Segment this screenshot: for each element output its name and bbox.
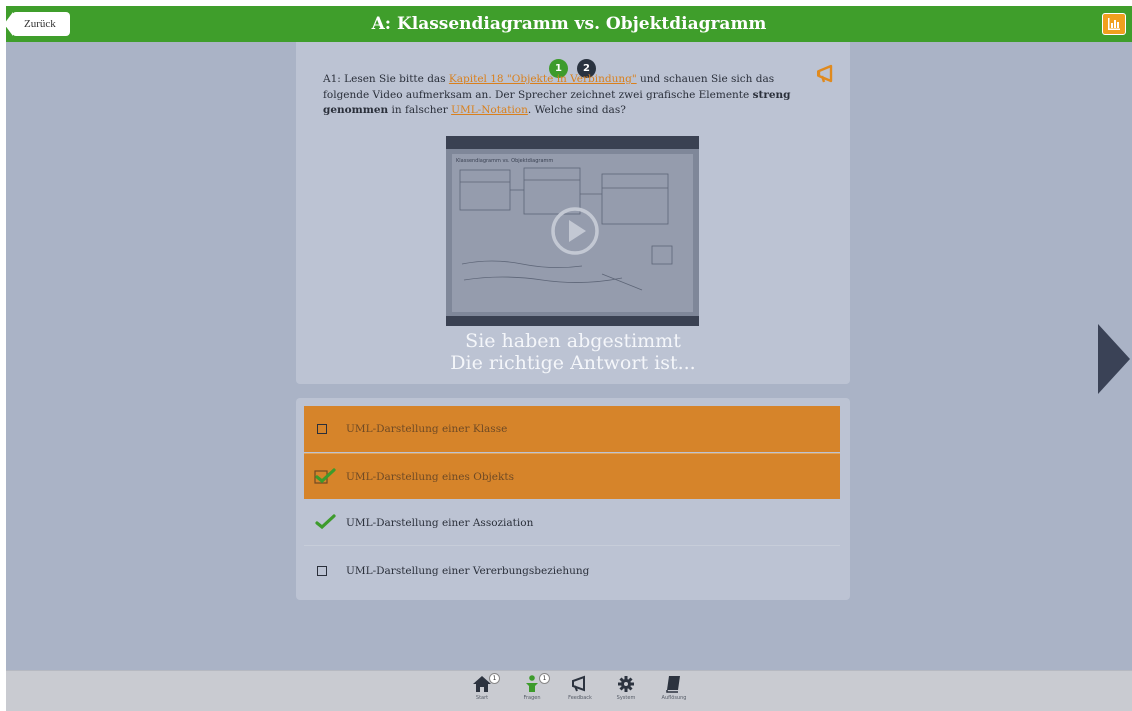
answer-option-3[interactable]: UML-Darstellung einer Assoziation <box>304 500 840 546</box>
question-mid2: in falscher <box>388 104 452 116</box>
megaphone-icon <box>572 675 585 692</box>
bar-chart-icon[interactable] <box>1102 13 1126 35</box>
app-frame: Zurück A: Klassendiagramm vs. Objektdiag… <box>6 6 1132 711</box>
answer-option-1[interactable]: UML-Darstellung einer Klasse <box>304 406 840 452</box>
nav-start[interactable]: 1 Start <box>462 673 502 701</box>
nav-system[interactable]: System <box>606 675 646 701</box>
megaphone-icon[interactable] <box>816 64 840 84</box>
nav-start-badge: 1 <box>489 673 500 684</box>
question-prefix: A1: Lesen Sie bitte das <box>323 73 449 85</box>
nav-fragen-badge: 1 <box>539 673 550 684</box>
question-text: A1: Lesen Sie bitte das Kapitel 18 "Obje… <box>323 72 803 119</box>
checkbox-empty-icon[interactable] <box>317 566 327 576</box>
question-suffix: . Welche sind das? <box>527 104 626 116</box>
video-bottom-bar <box>446 316 699 326</box>
answer-label: UML-Darstellung einer Klasse <box>346 423 508 435</box>
answer-option-2[interactable]: UML-Darstellung eines Objekts <box>304 453 840 499</box>
chapter-link[interactable]: Kapitel 18 "Objekte in Verbindung" <box>449 73 637 85</box>
book-icon <box>666 676 680 693</box>
nav-auflosung[interactable]: Auflösung <box>654 675 694 701</box>
top-bar: Zurück A: Klassendiagramm vs. Objektdiag… <box>6 6 1132 42</box>
uml-notation-link[interactable]: UML-Notation <box>451 104 528 116</box>
checkbox-empty-icon[interactable] <box>317 424 327 434</box>
checkmark-icon[interactable] <box>314 467 336 485</box>
vote-status-line1: Sie haben abgestimmt <box>465 330 681 352</box>
nav-feedback-label: Feedback <box>568 695 592 701</box>
gear-icon <box>618 676 634 692</box>
answer-label: UML-Darstellung eines Objekts <box>346 471 514 483</box>
nav-auflosung-label: Auflösung <box>661 695 687 701</box>
question-card: 1 2 A1: Lesen Sie bitte das Kapitel 18 "… <box>296 42 850 384</box>
vote-status: Sie haben abgestimmt Die richtige Antwor… <box>296 330 850 374</box>
bottom-nav: 1 Start 1 Fragen Feedback System Auflösu… <box>6 670 1132 711</box>
video-player[interactable]: Klassendiagramm vs. Objektdiagramm <box>446 136 699 326</box>
page-title: A: Klassendiagramm vs. Objektdiagramm <box>371 14 767 34</box>
nav-fragen[interactable]: 1 Fragen <box>512 673 552 701</box>
checkmark-icon[interactable] <box>314 513 336 531</box>
answer-option-4[interactable]: UML-Darstellung einer Vererbungsbeziehun… <box>304 548 840 594</box>
answer-label: UML-Darstellung einer Vererbungsbeziehun… <box>346 565 590 577</box>
video-top-bar <box>446 136 699 149</box>
answer-label: UML-Darstellung einer Assoziation <box>346 517 534 529</box>
nav-fragen-label: Fragen <box>523 695 541 701</box>
answer-card: UML-Darstellung einer Klasse UML-Darstel… <box>296 398 850 600</box>
nav-system-label: System <box>616 695 636 701</box>
next-arrow-icon[interactable] <box>1096 322 1132 396</box>
nav-feedback[interactable]: Feedback <box>560 675 600 701</box>
vote-status-line2: Die richtige Antwort ist... <box>450 352 696 374</box>
nav-start-label: Start <box>475 695 489 701</box>
play-icon[interactable] <box>550 206 600 256</box>
